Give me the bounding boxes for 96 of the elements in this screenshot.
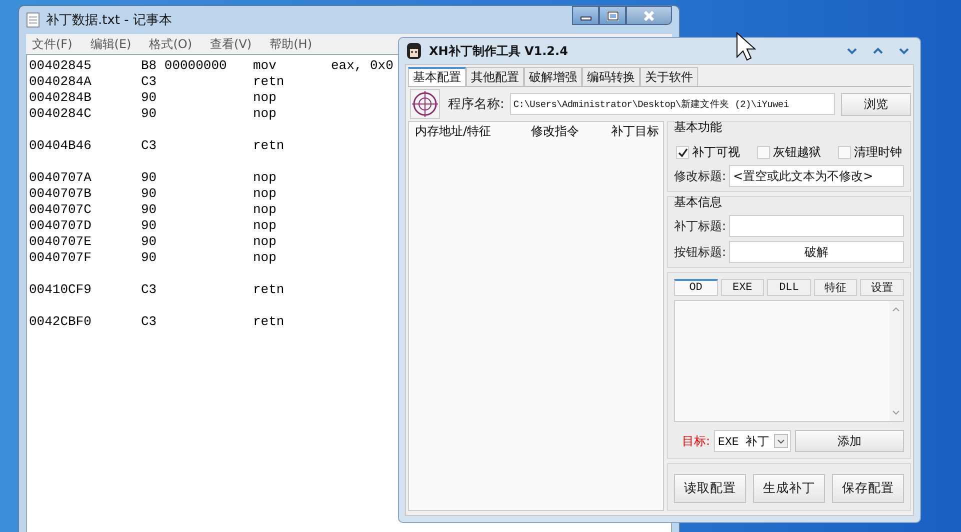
scroll-up-icon [891,305,901,313]
menu-item[interactable]: 查看(V) [210,36,252,52]
mnemonic-text: nop [253,202,278,218]
mnemonic-text: nop [253,218,278,234]
checkbox[interactable]: 灰钮越狱 [757,144,821,161]
tab[interactable]: DLL [767,279,811,296]
address-text: 0040707E [29,234,92,250]
address-text: 0040284B [29,90,92,106]
tab[interactable]: 特征 [814,279,858,296]
address-text: 0040707F [29,250,92,266]
mouse-cursor-icon [736,32,756,62]
action-button[interactable]: 生成补丁 [753,474,825,502]
window-title: 补丁数据.txt - 记事本 [46,12,172,29]
character-icon [405,42,423,60]
check-icon [678,148,688,158]
maximize-button[interactable] [599,6,626,25]
minimize-button[interactable] [572,6,599,25]
path-field[interactable]: C:\Users\Administrator\Desktop\新建文件夹 (2)\iYuwei [510,93,835,115]
tab[interactable]: 破解增强 [524,67,582,86]
bytes-text: 90 [141,234,158,250]
field-label: 补丁标题: [674,218,726,234]
mnemonic-text: nop [253,250,278,266]
bytes-text: 90 [141,202,158,218]
field-label: 按钮标题: [674,244,726,260]
bytes-text: 90 [141,170,158,186]
title-field[interactable]: <置空或此文本为不修改> [729,165,904,187]
crosshair-icon [410,89,440,119]
close-icon [643,10,655,20]
chevron-down-icon [898,46,910,56]
mnemonic-text: retn [253,74,286,90]
menu-item[interactable]: 文件(F) [32,36,72,52]
scrollbar[interactable] [889,301,903,421]
tab[interactable]: 基本配置 [408,67,466,86]
bytes-text: 90 [141,106,158,122]
maximize-icon [606,10,618,20]
tab[interactable]: 其他配置 [466,67,524,86]
bytes-text: 90 [141,218,158,234]
mnemonic-text: retn [253,138,286,154]
tab[interactable]: 编码转换 [582,67,640,86]
field-label: 修改标题: [674,168,726,184]
button-title-field[interactable]: 破解 [729,241,904,263]
address-text: 00404B46 [29,138,92,154]
group-title: 基本功能 [674,119,723,136]
chevron-up-icon [872,46,884,56]
bytes-text: C3 [141,282,158,298]
column-header[interactable]: 内存地址/特征 [409,122,523,140]
tab[interactable]: OD [674,279,718,296]
address-text: 0040707A [29,170,92,186]
menu-item[interactable]: 编辑(E) [90,36,132,52]
mnemonic-text: mov [253,58,278,74]
address-text: 0040707C [29,202,92,218]
action-button[interactable]: 保存配置 [832,474,904,502]
bytes-text: C3 [141,314,158,330]
mnemonic-text: retn [253,282,286,298]
tab[interactable]: 设置 [860,279,904,296]
address-text: 0040284C [29,106,92,122]
tab[interactable]: 关于软件 [640,67,698,86]
column-header[interactable]: 修改指令 [523,122,609,140]
chevron-down-icon [846,46,858,56]
column-header[interactable]: 补丁目标 [609,122,659,140]
menu-item[interactable]: 格式(O) [149,36,192,52]
menu-item[interactable]: 帮助(H) [270,36,312,52]
bytes-text: 90 [141,186,158,202]
address-text: 0040707B [29,186,92,202]
address-text: 00410CF9 [29,282,92,298]
target-label: 目标: [682,432,710,450]
target-dropdown[interactable]: EXE 补丁 [714,430,791,452]
checkbox[interactable]: 补丁可视 [676,144,740,161]
add-button[interactable]: 添加 [794,430,904,452]
bytes-text: B8 00000000 [141,58,228,74]
scroll-down-icon [891,409,901,417]
field-label: 程序名称: [448,96,504,113]
mnemonic-text: nop [253,170,278,186]
bytes-text: C3 [141,74,158,90]
mnemonic-text: nop [253,234,278,250]
bytes-text: C3 [141,138,158,154]
bytes-text: 90 [141,250,158,266]
document-icon [26,12,40,28]
checkbox[interactable]: 清理时钟 [838,144,902,161]
mnemonic-text: nop [253,186,278,202]
patch-title-field[interactable] [729,215,904,237]
browse-button[interactable]: 浏览 [841,92,911,116]
operand-text: eax, 0x0 [331,58,394,74]
tab[interactable]: EXE [720,279,764,296]
action-button[interactable]: 读取配置 [674,474,746,502]
mnemonic-text: retn [253,314,286,330]
bytes-text: 90 [141,90,158,106]
address-text: 00402845 [29,58,92,74]
mnemonic-text: nop [253,90,278,106]
address-text: 0042CBF0 [29,314,92,330]
address-text: 0040707D [29,218,92,234]
group-title: 基本信息 [674,194,723,211]
window-title: XH补丁制作工具 V1.2.4 [429,42,568,60]
mnemonic-text: nop [253,106,278,122]
address-text: 0040284A [29,74,92,90]
close-button[interactable] [626,6,672,25]
